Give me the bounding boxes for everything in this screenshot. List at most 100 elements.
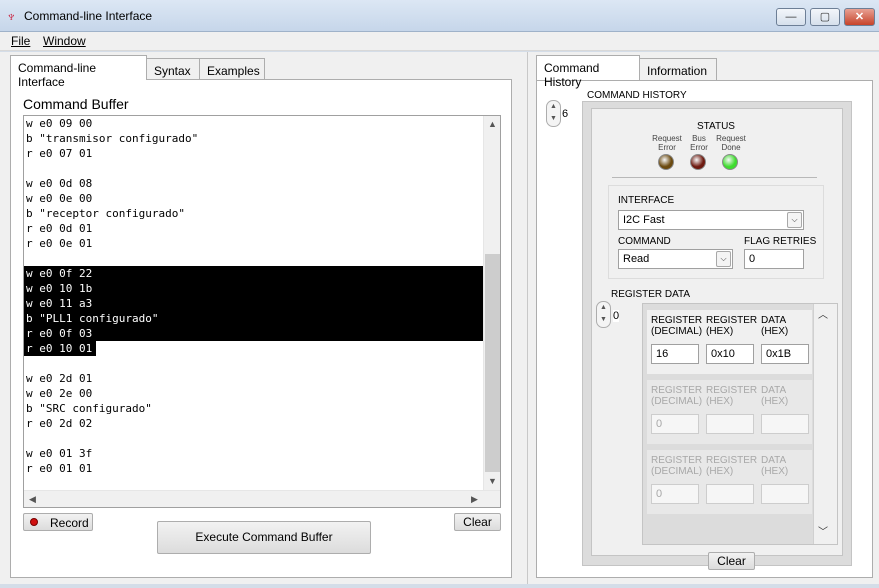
register-data-title: REGISTER DATA	[611, 289, 691, 300]
tab-examples[interactable]: Examples	[199, 58, 265, 80]
scroll-down-icon[interactable]: ▼	[484, 473, 500, 490]
menu-window[interactable]: Window	[40, 33, 89, 49]
register-hex-field[interactable]: 0x10	[706, 344, 754, 364]
register-data-field[interactable]	[761, 484, 809, 504]
chevron-down-icon[interactable]: ⌵	[787, 212, 802, 228]
command-line[interactable]: r e0 0e 01	[24, 236, 484, 251]
command-line[interactable]: w e0 0d 08	[24, 176, 484, 191]
register-dec-field[interactable]: 16	[651, 344, 699, 364]
header-line: (DECIMAL)	[651, 396, 703, 407]
register-row: REGISTER (DECIMAL) 0 REGISTER (HEX) DATA (HEX)	[647, 450, 812, 514]
interface-select[interactable]: I2C Fast ⌵	[618, 210, 804, 230]
register-data-field[interactable]	[761, 414, 809, 434]
chevron-down-icon[interactable]: ﹀	[818, 523, 828, 538]
scroll-left-icon[interactable]: ◀	[24, 491, 41, 507]
tab-syntax[interactable]: Syntax	[146, 58, 200, 80]
command-line[interactable]: w e0 0e 00	[24, 191, 484, 206]
command-line[interactable]: r e0 2d 02	[24, 416, 484, 431]
window-title: Command-line Interface	[24, 9, 153, 23]
register-dec-field[interactable]: 0	[651, 414, 699, 434]
horizontal-scrollbar[interactable]: ◀ ▶	[24, 490, 500, 507]
register-hex-field[interactable]	[706, 414, 754, 434]
chevron-up-icon[interactable]: ︿	[818, 306, 828, 321]
register-row: REGISTER (DECIMAL) 0 REGISTER (HEX) DATA (HEX)	[647, 380, 812, 444]
led-label-line: Error	[690, 143, 708, 152]
clear-buffer-button[interactable]: Clear	[454, 513, 501, 531]
history-index-value[interactable]: 6	[562, 108, 569, 120]
led-label-line: Request	[652, 134, 682, 143]
history-entry-frame: STATUS Request Error Bus Error Request Done I…	[582, 101, 852, 566]
vertical-scrollbar[interactable]: ▲ ▼	[483, 116, 500, 490]
close-button[interactable]: ✕	[844, 8, 875, 26]
command-line[interactable]: w e0 0f 22	[24, 266, 484, 281]
history-entry-inner: STATUS Request Error Bus Error Request Done I…	[591, 108, 843, 556]
register-dec-field[interactable]: 0	[651, 484, 699, 504]
led-label-line: Error	[658, 143, 676, 152]
history-index-spinner[interactable]: ▲ ▼	[546, 100, 561, 127]
register-column-header: REGISTER (HEX)	[706, 455, 757, 477]
tab-command-line-interface[interactable]: Command-line Interface	[10, 55, 147, 89]
command-label: COMMAND	[618, 236, 671, 247]
command-line[interactable]: b "SRC configurado"	[24, 401, 484, 416]
command-line[interactable]: b "transmisor configurado"	[24, 131, 484, 146]
pane-splitter[interactable]	[527, 52, 530, 584]
command-lines[interactable]: w e0 09 00 b "transmisor configurado" r e0…	[24, 116, 484, 490]
register-hex-field[interactable]	[706, 484, 754, 504]
status-title: STATUS	[697, 121, 735, 132]
scroll-up-icon[interactable]: ▲	[484, 116, 500, 133]
register-column-header: DATA (HEX)	[761, 455, 788, 477]
header-line: (HEX)	[706, 326, 734, 337]
register-scrollbar[interactable]: ︿ ﹀	[813, 304, 837, 544]
scroll-right-icon[interactable]: ▶	[466, 491, 483, 507]
command-line[interactable]: w e0 09 00	[24, 116, 484, 131]
maximize-button[interactable]: ▢	[810, 8, 840, 26]
command-line[interactable]: r e0 10 01	[24, 341, 96, 356]
tab-information[interactable]: Information	[639, 58, 717, 80]
command-select[interactable]: Read ⌵	[618, 249, 733, 269]
command-line[interactable]	[24, 431, 484, 446]
chevron-down-icon[interactable]: ⌵	[716, 251, 731, 267]
command-line[interactable]	[24, 251, 484, 266]
scroll-thumb[interactable]	[485, 254, 500, 472]
menu-file[interactable]: File	[8, 33, 33, 49]
command-line[interactable]: b "receptor configurado"	[24, 206, 484, 221]
register-data-field[interactable]: 0x1B	[761, 344, 809, 364]
title-bar: ♆ Command-line Interface — ▢ ✕	[0, 0, 879, 32]
record-label: Record	[50, 516, 89, 530]
header-line: REGISTER	[651, 315, 703, 326]
record-button[interactable]: Record	[23, 513, 93, 531]
minimize-button[interactable]: —	[776, 8, 806, 26]
menu-file-label: File	[11, 34, 31, 48]
status-led-indicator	[690, 154, 706, 170]
command-buffer[interactable]: w e0 09 00 b "transmisor configurado" r e0…	[23, 115, 501, 508]
command-line[interactable]: w e0 11 a3	[24, 296, 484, 311]
cli-panel: Command Buffer w e0 09 00 b "transmisor c…	[10, 79, 512, 578]
command-line[interactable]: r e0 07 01	[24, 146, 484, 161]
ti-logo-icon: ♆	[6, 8, 17, 24]
command-line[interactable]: r e0 01 01	[24, 461, 484, 476]
led-label-line: Done	[721, 143, 741, 152]
command-line[interactable]: r e0 0d 01	[24, 221, 484, 236]
tab-label: Examples	[207, 64, 260, 78]
register-index-spinner[interactable]: ▲ ▼	[596, 301, 611, 328]
command-line[interactable]: b "PLL1 configurado"	[24, 311, 484, 326]
command-line[interactable]: w e0 2e 00	[24, 386, 484, 401]
command-line[interactable]	[24, 161, 484, 176]
tab-label: Information	[647, 64, 708, 78]
flag-retries-field[interactable]: 0	[744, 249, 804, 269]
menu-bar: File Window	[0, 32, 879, 51]
command-line[interactable]: w e0 10 1b	[24, 281, 484, 296]
header-line: (DECIMAL)	[651, 466, 703, 477]
status-led-indicator	[722, 154, 738, 170]
register-column-header: REGISTER (HEX)	[706, 385, 757, 407]
execute-command-buffer-button[interactable]: Execute Command Buffer	[157, 521, 371, 554]
register-index-value[interactable]: 0	[613, 310, 620, 322]
header-line: REGISTER	[706, 385, 758, 396]
clear-history-button[interactable]: Clear	[708, 552, 755, 570]
command-line[interactable]: w e0 01 3f	[24, 446, 484, 461]
command-line[interactable]	[24, 356, 484, 371]
led-label: Request Done	[714, 134, 748, 152]
command-line[interactable]: r e0 0f 03	[24, 326, 484, 341]
command-line[interactable]: w e0 2d 01	[24, 371, 484, 386]
tab-command-history[interactable]: Command History	[536, 55, 640, 89]
